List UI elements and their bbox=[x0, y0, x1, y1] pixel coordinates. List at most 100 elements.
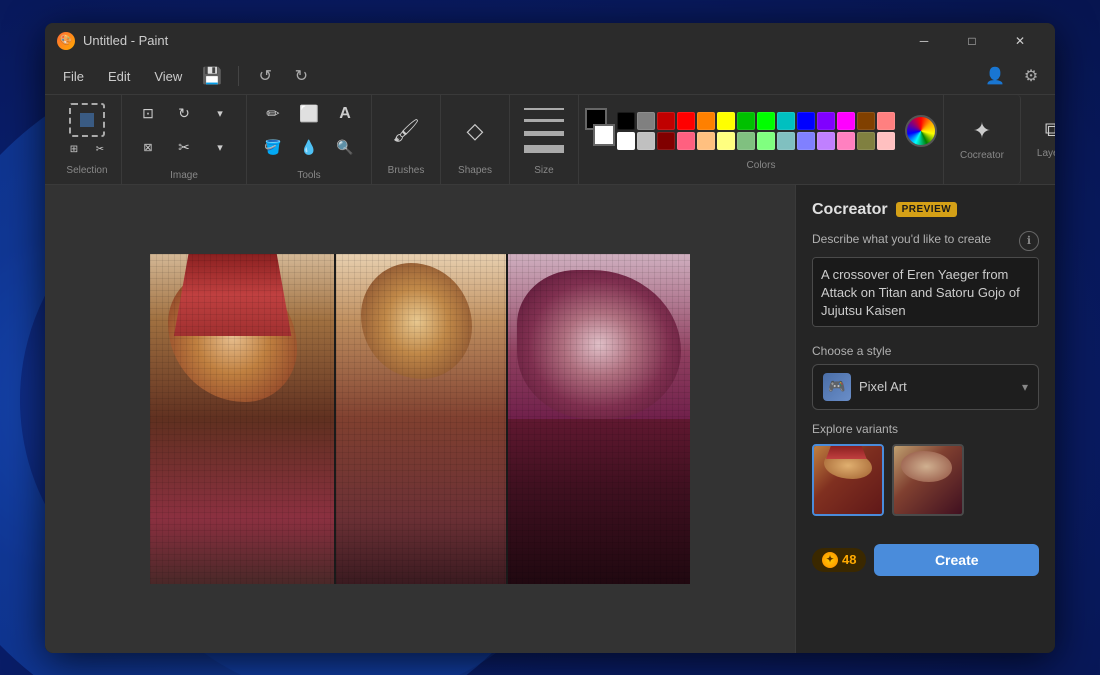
color-swatch[interactable] bbox=[877, 112, 895, 130]
layers-icon: ⧉ bbox=[1045, 119, 1055, 142]
ribbon-group-image: ⊡ ↻ ▾ ⊠ ✂ ▾ Image bbox=[122, 95, 247, 184]
variant-2[interactable] bbox=[892, 444, 964, 516]
credits-badge: ✦ 48 bbox=[812, 548, 866, 572]
color-swatch[interactable] bbox=[797, 132, 815, 150]
shapes-label: Shapes bbox=[458, 165, 492, 176]
credits-count: 48 bbox=[842, 552, 856, 567]
color-swatch[interactable] bbox=[757, 112, 775, 130]
color-swatch[interactable] bbox=[757, 132, 775, 150]
size-3[interactable] bbox=[524, 131, 564, 136]
ribbon-group-brushes: 🖌 Brushes bbox=[372, 95, 441, 184]
select-all-button[interactable]: ⊠ bbox=[132, 132, 164, 164]
ribbon-group-colors: Colors bbox=[579, 95, 944, 184]
undo-button[interactable]: ↺ bbox=[249, 62, 281, 90]
colors-label: Colors bbox=[747, 160, 776, 171]
color-swatch[interactable] bbox=[777, 112, 795, 130]
selection-option-1[interactable]: ⊞ bbox=[62, 141, 86, 159]
redo-button[interactable]: ↻ bbox=[285, 62, 317, 90]
variant-2-inner bbox=[894, 446, 962, 514]
style-icon: 🎮 bbox=[823, 373, 851, 401]
color-swatch[interactable] bbox=[617, 112, 635, 130]
color-swatch[interactable] bbox=[817, 132, 835, 150]
maximize-button[interactable]: □ bbox=[949, 23, 995, 59]
color-swatch[interactable] bbox=[777, 132, 795, 150]
color-swatch[interactable] bbox=[637, 132, 655, 150]
cocreator-title: Cocreator bbox=[812, 201, 888, 219]
eraser-button[interactable]: ⬜ bbox=[293, 98, 325, 130]
color-swatch[interactable] bbox=[677, 112, 695, 130]
close-button[interactable]: ✕ bbox=[997, 23, 1043, 59]
fill-button[interactable]: 🪣 bbox=[257, 132, 289, 164]
info-button[interactable]: ℹ bbox=[1019, 231, 1039, 251]
ribbon-group-tools: ✏ ⬜ A 🪣 💧 🔍 Tools bbox=[247, 95, 372, 184]
color-swatch[interactable] bbox=[637, 112, 655, 130]
ribbon-group-layers[interactable]: ⧉ Layers bbox=[1021, 95, 1055, 184]
color-swatch[interactable] bbox=[617, 132, 635, 150]
variant-1[interactable] bbox=[812, 444, 884, 516]
brushes-button[interactable]: 🖌 bbox=[382, 103, 430, 159]
style-name: Pixel Art bbox=[859, 379, 1014, 394]
crop-button[interactable]: ⊡ bbox=[132, 98, 164, 130]
style-dropdown[interactable]: 🎮 Pixel Art ▾ bbox=[812, 364, 1039, 410]
size-1[interactable] bbox=[524, 108, 564, 110]
preview-badge: PREVIEW bbox=[896, 202, 958, 217]
color-swatch[interactable] bbox=[817, 112, 835, 130]
cocreator-ribbon-label: Cocreator bbox=[960, 150, 1004, 161]
selection-tool-button[interactable]: ⊞ ✂ bbox=[63, 103, 111, 159]
color-swatch[interactable] bbox=[797, 112, 815, 130]
rotate-button[interactable]: ↻ bbox=[168, 98, 200, 130]
color-swatch[interactable] bbox=[657, 132, 675, 150]
save-button[interactable]: 💾 bbox=[196, 62, 228, 90]
canvas-left-panel bbox=[150, 254, 334, 584]
crop2-button[interactable]: ✂ bbox=[168, 132, 200, 164]
secondary-color-box[interactable] bbox=[593, 124, 615, 146]
ribbon-group-selection: ⊞ ✂ Selection bbox=[53, 95, 122, 184]
menu-bar: File Edit View 💾 ↺ ↻ 👤 ⚙ bbox=[45, 59, 1055, 95]
color-swatch[interactable] bbox=[697, 112, 715, 130]
color-swatches-grid bbox=[617, 112, 895, 150]
settings-icon[interactable]: ⚙ bbox=[1015, 62, 1047, 90]
color-swatch[interactable] bbox=[837, 132, 855, 150]
create-button[interactable]: Create bbox=[874, 544, 1039, 576]
color-swatch[interactable] bbox=[697, 132, 715, 150]
minimize-button[interactable]: ─ bbox=[901, 23, 947, 59]
cocreator-star-icon: ✦ bbox=[973, 118, 991, 144]
color-swatch[interactable] bbox=[857, 132, 875, 150]
menu-edit[interactable]: Edit bbox=[98, 65, 140, 88]
text-button[interactable]: A bbox=[329, 98, 361, 130]
image-extra-button[interactable]: ▾ bbox=[204, 98, 236, 130]
prompt-input[interactable]: A crossover of Eren Yaeger from Attack o… bbox=[812, 257, 1039, 327]
color-swatch[interactable] bbox=[877, 132, 895, 150]
size-4[interactable] bbox=[524, 145, 564, 153]
color-swatch[interactable] bbox=[857, 112, 875, 130]
image-extra2-button[interactable]: ▾ bbox=[204, 132, 236, 164]
color-swatch[interactable] bbox=[717, 132, 735, 150]
color-swatch[interactable] bbox=[677, 132, 695, 150]
ribbon-group-cocreator[interactable]: ✦ Cocreator bbox=[944, 95, 1021, 184]
zoom-tool-button[interactable]: 🔍 bbox=[329, 132, 361, 164]
color-swatch[interactable] bbox=[717, 112, 735, 130]
canvas-area[interactable] bbox=[45, 185, 795, 653]
shapes-icon: ◇ bbox=[467, 118, 484, 144]
color-swatch[interactable] bbox=[737, 132, 755, 150]
menu-view[interactable]: View bbox=[144, 65, 192, 88]
title-bar: 🎨 Untitled - Paint ─ □ ✕ bbox=[45, 23, 1055, 59]
size-2[interactable] bbox=[524, 119, 564, 122]
size-label: Size bbox=[534, 165, 553, 176]
brushes-label: Brushes bbox=[388, 165, 425, 176]
variant-1-inner bbox=[814, 446, 882, 514]
color-swatch[interactable] bbox=[657, 112, 675, 130]
tools-row2: 🪣 💧 🔍 bbox=[257, 132, 361, 164]
color-palette-button[interactable] bbox=[905, 115, 937, 147]
pencil-button[interactable]: ✏ bbox=[257, 98, 289, 130]
color-swatch[interactable] bbox=[837, 112, 855, 130]
menu-file[interactable]: File bbox=[53, 65, 94, 88]
brush-icon: 🖌 bbox=[392, 118, 420, 144]
account-icon[interactable]: 👤 bbox=[979, 62, 1011, 90]
shapes-button[interactable]: ◇ bbox=[451, 103, 499, 159]
style-chevron-icon: ▾ bbox=[1022, 380, 1028, 394]
color-picker-button[interactable]: 💧 bbox=[293, 132, 325, 164]
selection-option-2[interactable]: ✂ bbox=[88, 141, 112, 159]
color-swatch[interactable] bbox=[737, 112, 755, 130]
app-icon: 🎨 bbox=[57, 32, 75, 50]
